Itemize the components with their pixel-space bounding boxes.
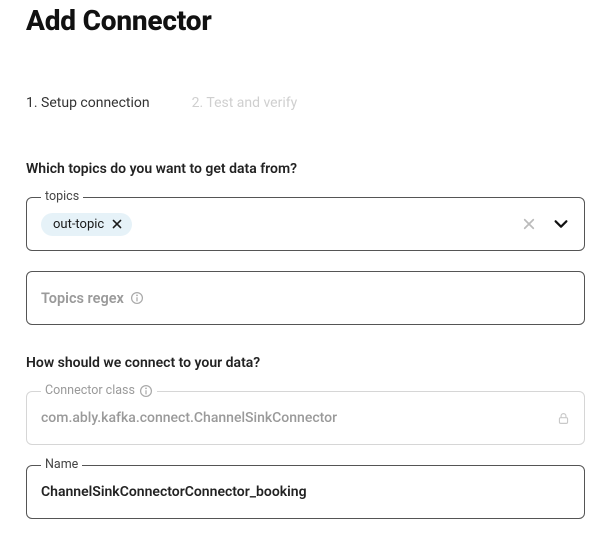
topics-regex-placeholder-text: Topics regex (41, 290, 124, 307)
name-input[interactable] (41, 484, 570, 500)
clear-all-icon[interactable] (522, 217, 536, 231)
connector-class-legend-text: Connector class (45, 383, 135, 398)
topics-legend: topics (41, 189, 83, 204)
connector-class-value: com.ably.kafka.connect.ChannelSinkConnec… (41, 410, 556, 426)
page-title: Add Connector (26, 0, 585, 41)
topics-regex-field[interactable]: Topics regex (26, 271, 585, 325)
step-setup-connection[interactable]: 1. Setup connection (26, 95, 150, 111)
lock-icon (556, 411, 570, 425)
remove-chip-icon[interactable] (110, 217, 124, 231)
info-icon (139, 384, 153, 398)
wizard-steps: 1. Setup connection 2. Test and verify (26, 95, 585, 111)
topic-chip-label: out-topic (53, 217, 104, 232)
connector-class-legend: Connector class (41, 383, 157, 398)
chevron-down-icon[interactable] (552, 215, 570, 233)
topic-chip: out-topic (41, 213, 132, 236)
name-legend: Name (41, 457, 82, 472)
topics-regex-placeholder: Topics regex (41, 290, 144, 307)
connector-class-field: Connector class com.ably.kafka.connect.C… (26, 391, 585, 445)
section-topics-label: Which topics do you want to get data fro… (26, 161, 585, 177)
info-icon (130, 291, 144, 305)
topics-field[interactable]: topics out-topic (26, 197, 585, 251)
step-test-and-verify: 2. Test and verify (192, 95, 298, 111)
section-connect-label: How should we connect to your data? (26, 355, 585, 371)
name-field[interactable]: Name (26, 465, 585, 519)
